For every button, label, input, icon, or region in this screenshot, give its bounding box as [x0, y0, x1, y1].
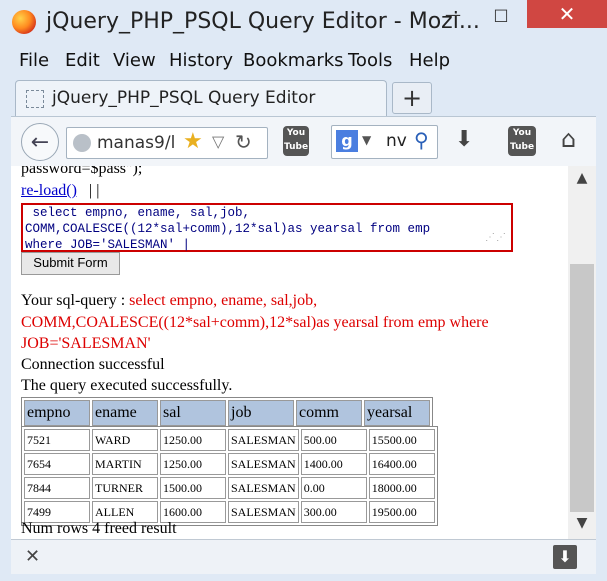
page-content: password=$pass"); re-load() | | select e… [11, 166, 568, 539]
num-rows-text: Num rows 4 freed result [21, 520, 177, 537]
result-data-table: 7521 WARD 1250.00 SALESMAN 500.00 15500.… [21, 426, 438, 526]
window-title: jQuery_PHP_PSQL Query Editor - Mozi... [46, 9, 480, 34]
query-text: select empno, ename, sal,job, [129, 292, 318, 309]
cell: WARD [92, 429, 158, 451]
submit-form-button[interactable]: Submit Form [21, 252, 120, 275]
cell: SALESMAN [228, 477, 299, 499]
tab-query-editor[interactable]: jQuery_PHP_PSQL Query Editor [15, 80, 387, 117]
connection-status: Connection successful [21, 356, 165, 373]
cell: 16400.00 [368, 453, 435, 475]
query-label: Your sql-query : [21, 292, 130, 309]
cell: 18000.00 [368, 477, 435, 499]
url-dropdown-icon[interactable]: ▽ [212, 132, 224, 151]
reload-link[interactable]: re-load() [21, 182, 77, 200]
cell: 1400.00 [300, 453, 367, 475]
query-line-3: JOB='SALESMAN' [21, 335, 151, 352]
home-icon[interactable]: ⌂ [561, 125, 576, 153]
menu-tools[interactable]: Tools [348, 50, 392, 71]
navigation-toolbar: ← manas9/l ★ ▽ ↻ You Tube g ▼ nv ⚲ ⬇ You… [11, 116, 596, 167]
minimize-button[interactable]: — [430, 0, 476, 28]
download-arrow-icon[interactable]: ⬇ [455, 127, 473, 152]
menu-history[interactable]: History [169, 50, 233, 71]
download-icon[interactable]: ⬇ [553, 545, 577, 569]
google-search-engine-icon[interactable]: g [336, 130, 358, 152]
header-cell: yearsal [364, 400, 430, 426]
table-row: 7654 MARTIN 1250.00 SALESMAN 1400.00 164… [24, 453, 435, 475]
scrollbar-thumb[interactable] [570, 264, 594, 512]
editor-line: where JOB='SALESMAN' | [25, 238, 191, 252]
page-favicon-icon [26, 90, 44, 108]
url-text: manas9/l [97, 133, 176, 153]
new-tab-button[interactable]: + [392, 82, 432, 114]
cell: 19500.00 [368, 501, 435, 523]
search-icon[interactable]: ⚲ [414, 128, 429, 152]
menu-bar: File Edit View History Bookmarks Tools H… [0, 46, 607, 76]
editor-line: select empno, ename, sal,job, [25, 206, 251, 220]
back-button[interactable]: ← [21, 123, 59, 161]
menu-edit[interactable]: Edit [65, 50, 100, 71]
cell: SALESMAN [228, 429, 299, 451]
scroll-up-icon[interactable]: ▲ [568, 170, 596, 190]
menu-view[interactable]: View [113, 50, 156, 71]
cell: MARTIN [92, 453, 158, 475]
bottom-bar: ✕ ⬇ [11, 539, 596, 574]
cell: 500.00 [300, 429, 367, 451]
search-bar[interactable]: g ▼ nv ⚲ [331, 125, 438, 159]
cell: 1250.00 [160, 429, 226, 451]
title-bar: jQuery_PHP_PSQL Query Editor - Mozi... —… [0, 0, 607, 46]
firefox-logo-icon [12, 10, 36, 34]
result-header-table: empno ename sal job comm yearsal [21, 397, 433, 429]
url-bar[interactable]: manas9/l ★ ▽ ↻ [66, 127, 268, 159]
cell: TURNER [92, 477, 158, 499]
youtube-toolbar-icon[interactable]: You Tube [508, 126, 536, 156]
resize-grip-icon[interactable]: ⋰⋰ [485, 231, 507, 247]
header-cell: job [228, 400, 294, 426]
cell: 15500.00 [368, 429, 435, 451]
vertical-scrollbar[interactable]: ▲ ▼ [568, 166, 596, 539]
menu-bookmarks[interactable]: Bookmarks [243, 50, 344, 71]
youtube-icon[interactable]: You Tube [283, 126, 309, 156]
cell: 7521 [24, 429, 90, 451]
cell: 0.00 [300, 477, 367, 499]
cell: SALESMAN [228, 501, 299, 523]
close-bar-icon[interactable]: ✕ [25, 546, 40, 567]
menu-file[interactable]: File [19, 50, 49, 71]
globe-icon [73, 134, 91, 152]
cell: 1500.00 [160, 477, 226, 499]
editor-line: COMM,COALESCE((12*sal+comm),12*sal)as ye… [25, 222, 431, 236]
maximize-button[interactable]: □ [478, 0, 524, 28]
sql-editor-textarea[interactable]: select empno, ename, sal,job, COMM,COALE… [21, 203, 513, 252]
header-cell: empno [24, 400, 90, 426]
cut-off-text: password=$pass"); [21, 166, 143, 177]
cell: SALESMAN [228, 453, 299, 475]
tab-label: jQuery_PHP_PSQL Query Editor [52, 88, 316, 108]
search-engine-dropdown-icon[interactable]: ▼ [362, 133, 371, 147]
query-line-1: Your sql-query : select empno, ename, sa… [21, 292, 317, 310]
header-cell: sal [160, 400, 226, 426]
close-window-button[interactable]: ✕ [527, 0, 607, 28]
header-cell: ename [92, 400, 158, 426]
scroll-down-icon[interactable]: ▼ [568, 515, 596, 535]
cell: 7654 [24, 453, 90, 475]
query-line-2: COMM,COALESCE((12*sal+comm),12*sal)as ye… [21, 314, 489, 331]
execution-status: The query executed successfully. [21, 377, 233, 394]
cell: 300.00 [300, 501, 367, 523]
bookmark-star-icon[interactable]: ★ [183, 129, 203, 154]
header-row: empno ename sal job comm yearsal [24, 400, 430, 426]
back-arrow-icon: ← [30, 129, 50, 155]
table-row: 7521 WARD 1250.00 SALESMAN 500.00 15500.… [24, 429, 435, 451]
menu-help[interactable]: Help [409, 50, 450, 71]
cell: 1250.00 [160, 453, 226, 475]
reload-icon[interactable]: ↻ [235, 130, 252, 154]
tab-strip: jQuery_PHP_PSQL Query Editor + [0, 76, 607, 117]
search-input[interactable]: nv [386, 131, 407, 151]
header-cell: comm [296, 400, 362, 426]
table-row: 7844 TURNER 1500.00 SALESMAN 0.00 18000.… [24, 477, 435, 499]
cell: 7844 [24, 477, 90, 499]
separator-text: | | [89, 182, 100, 199]
